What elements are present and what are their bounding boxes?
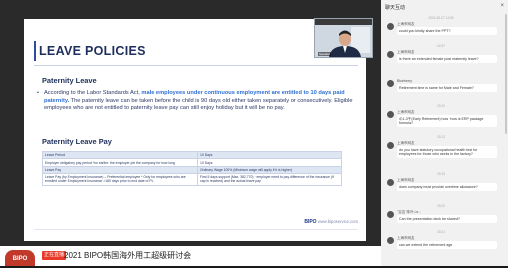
timestamp: 2021-05-27 14:55: [428, 16, 454, 20]
table-cell: Leave Pay (by Employment Insurance) – Pr…: [42, 173, 198, 186]
avatar: [387, 237, 394, 244]
table-cell: Leave Pay: [42, 165, 198, 175]
message-text: is there an extended female post materni…: [397, 55, 497, 63]
message-text: can we extend the retirement age: [397, 241, 497, 249]
avatar: [387, 111, 394, 118]
avatar: [387, 179, 394, 186]
chat-header: 聊天互动: [385, 5, 406, 11]
avatar: [387, 142, 394, 149]
live-badge: 正在直播: [42, 251, 67, 260]
timestamp: 15:20: [437, 204, 445, 208]
paternity-leave-text: • According to the Labor Standards Act, …: [37, 90, 360, 113]
title-divider: [34, 65, 358, 66]
chat-panel: 聊天互动 × 2021-05-27 14:55 上海市网友 could you …: [381, 0, 508, 266]
timestamp: 15:21: [437, 230, 445, 234]
message-text: could you kindly share the PPT?: [397, 27, 497, 35]
title-accent-bar: [34, 41, 36, 61]
message-text: Retirement time is same for Male and Fem…: [397, 84, 497, 92]
table-cell: Employer obligatory pay period *no earli…: [42, 158, 198, 167]
paternity-text-part1: According to the Labor Standards Act,: [44, 90, 142, 96]
paternity-text-part2: The paternity leave can be taken before …: [44, 97, 353, 112]
timestamp: 15:12: [437, 135, 445, 139]
timestamp: 15:10: [437, 104, 445, 108]
sender-name: Blueberry: [397, 79, 412, 83]
table-cell: 10 Days: [197, 158, 342, 167]
footer-brand: BIPO: [304, 219, 317, 225]
table-cell: 10 Days: [197, 150, 342, 160]
paternity-pay-table: Leave Period 10 Days Employer obligatory…: [42, 150, 342, 186]
bottom-bar: BIPO 正在直播 2021 BIPO韩国海外用工超级研讨会: [0, 246, 381, 266]
timestamp: 15:15: [437, 172, 445, 176]
message-text: の1-3千(Early Retirement) how ·how is ERP …: [397, 115, 497, 128]
paternity-leave-heading: Paternity Leave: [42, 76, 97, 85]
bullet-icon: •: [37, 90, 39, 96]
avatar: [387, 80, 394, 87]
table-row: Leave Pay Ordinary Wage 100% (Minimum wa…: [42, 165, 342, 175]
camera-label: Speaker: [318, 52, 332, 56]
table-row: Employer obligatory pay period *no earli…: [42, 158, 342, 167]
avatar: [387, 211, 394, 218]
chat-scrollbar[interactable]: [505, 14, 507, 134]
event-title: 2021 BIPO韩国海外用工超级研讨会: [64, 251, 192, 260]
footer-divider: [34, 229, 358, 230]
slide-title: LEAVE POLICIES: [39, 44, 146, 58]
footer-url: www.biposervice.com: [317, 219, 358, 224]
paternity-pay-heading: Paternity Leave Pay: [42, 137, 112, 146]
close-icon[interactable]: ×: [500, 3, 504, 9]
message-text: do you have statutory occupational healt…: [397, 146, 497, 159]
message-text: does company must provide overtime allow…: [397, 183, 497, 191]
avatar: [387, 23, 394, 30]
avatar: [387, 51, 394, 58]
table-cell: Ordinary Wage 100% (Minimum wage will ap…: [197, 165, 342, 175]
table-cell: Leave Period: [42, 150, 198, 160]
presenter-camera[interactable]: Speaker: [314, 18, 373, 58]
video-stage: LEAVE POLICIES Paternity Leave • Accordi…: [0, 0, 381, 246]
slide-footer: BIPO www.biposervice.com: [304, 219, 358, 225]
table-row: Leave Period 10 Days: [42, 150, 342, 160]
table-cell: First 5 days support (Max. 382,770) · em…: [197, 173, 342, 186]
message-text: Can the presentation deck be shared?: [397, 215, 497, 223]
timestamp: 14:57: [437, 44, 445, 48]
table-row: Leave Pay (by Employment Insurance) – Pr…: [42, 173, 342, 186]
bipo-logo: BIPO: [5, 250, 35, 266]
